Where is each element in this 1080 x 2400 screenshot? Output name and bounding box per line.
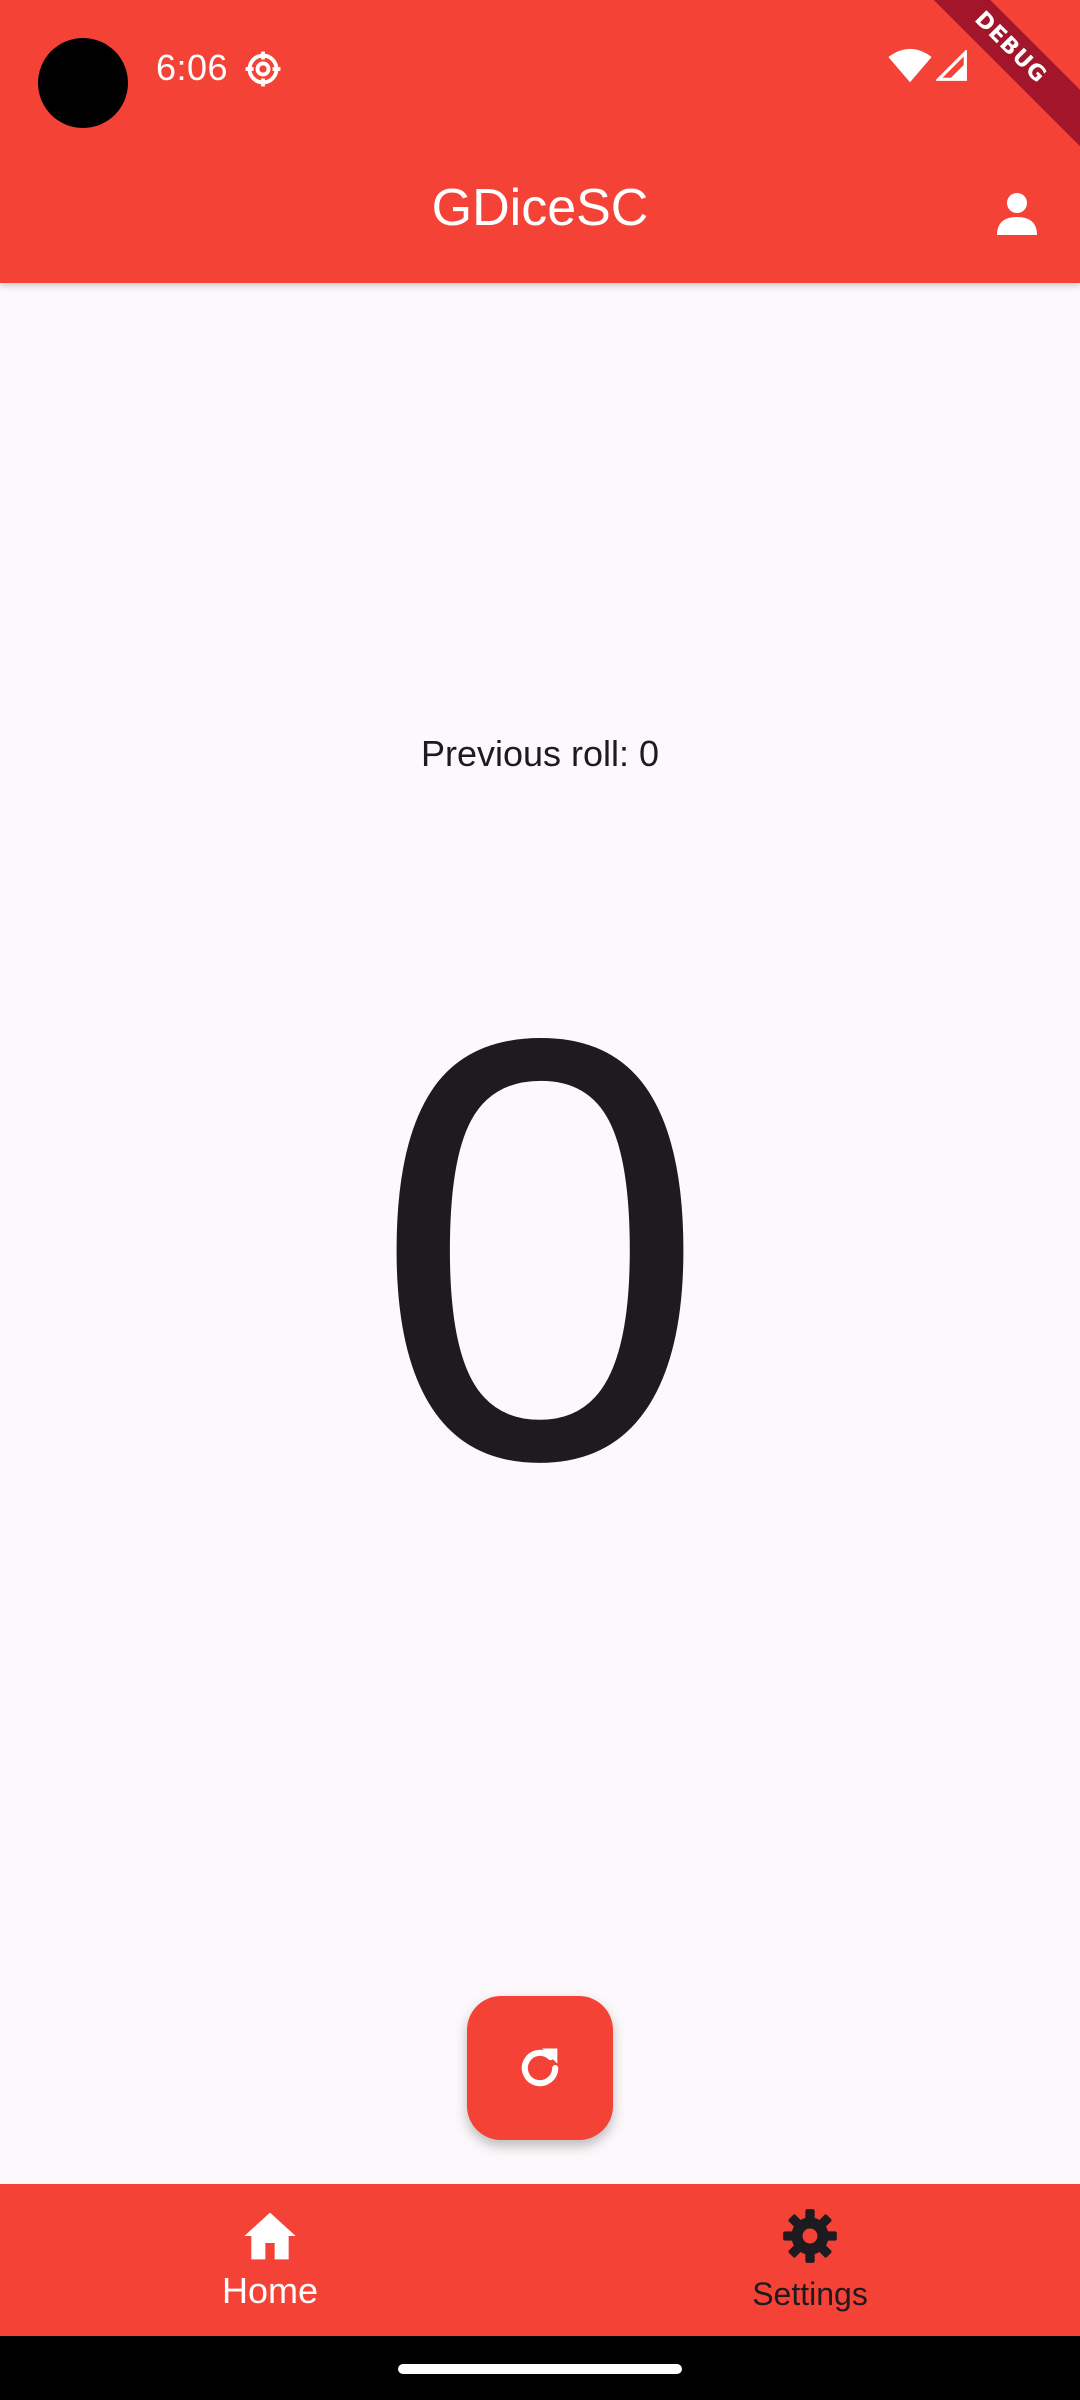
previous-roll-label: Previous roll: 0 (420, 733, 660, 774)
wifi-icon (888, 48, 932, 83)
bottom-navigation-bar: Home Settings (0, 2184, 1080, 2336)
top-app-bar: 6:06 DEBUG GDiceSC (0, 0, 1080, 283)
system-gesture-area (0, 2336, 1080, 2400)
home-icon (244, 2212, 296, 2260)
roll-dice-button[interactable] (467, 1996, 613, 2140)
screen: 6:06 DEBUG GDiceSC Previous roll: 0 0 Ho… (0, 0, 1080, 2400)
refresh-icon (521, 2048, 559, 2087)
gear-outline-icon (245, 51, 281, 87)
nav-item-settings[interactable]: Settings (540, 2184, 1080, 2336)
gesture-handle[interactable] (398, 2364, 682, 2374)
camera-cutout (38, 38, 128, 128)
status-time: 6:06 (156, 47, 229, 88)
cell-signal-icon (936, 50, 967, 81)
gear-icon (783, 2209, 837, 2263)
nav-label-settings: Settings (752, 2276, 868, 2312)
app-title: GDiceSC (431, 179, 649, 237)
current-roll-value: 0 (373, 915, 707, 1585)
account-button[interactable] (982, 178, 1052, 248)
nav-item-home[interactable]: Home (0, 2184, 540, 2336)
person-icon (997, 193, 1037, 235)
